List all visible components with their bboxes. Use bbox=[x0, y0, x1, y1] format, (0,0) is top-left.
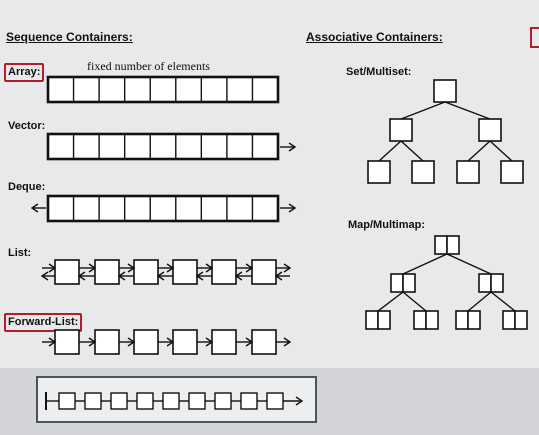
set-tree-node bbox=[500, 160, 524, 184]
set-tree-node bbox=[456, 160, 480, 184]
forward-list-node bbox=[133, 329, 159, 355]
forward-list-node bbox=[251, 329, 277, 355]
forward-list-node bbox=[211, 329, 237, 355]
set-tree-edge bbox=[400, 140, 424, 162]
map-tree-edge bbox=[446, 253, 492, 275]
set-tree-node bbox=[433, 79, 457, 103]
container-diagrams bbox=[30, 27, 539, 410]
chain-node bbox=[110, 392, 128, 410]
map-tree-node-value bbox=[377, 310, 391, 330]
set-tree-node bbox=[411, 160, 435, 184]
set-tree-edge bbox=[444, 101, 491, 120]
chain-node bbox=[136, 392, 154, 410]
chain-node bbox=[214, 392, 232, 410]
chain-node bbox=[162, 392, 180, 410]
forward-list-node bbox=[54, 329, 80, 355]
chain-node bbox=[84, 392, 102, 410]
chain-node bbox=[58, 392, 76, 410]
list-node bbox=[94, 259, 120, 285]
map-tree-node-value bbox=[467, 310, 481, 330]
set-tree-node bbox=[478, 118, 502, 142]
map-tree-node-value bbox=[514, 310, 528, 330]
chain-node bbox=[240, 392, 258, 410]
deque-cells-frame bbox=[46, 194, 280, 223]
cut-off-label-frame bbox=[530, 27, 539, 48]
set-tree-edge bbox=[400, 101, 446, 120]
map-tree-node-key bbox=[434, 235, 448, 255]
forward-list-node bbox=[172, 329, 198, 355]
set-tree-edge bbox=[467, 140, 491, 162]
map-tree-edge bbox=[402, 291, 427, 312]
set-tree-edge bbox=[378, 140, 402, 162]
list-node bbox=[54, 259, 80, 285]
map-tree-node-key bbox=[390, 273, 404, 293]
map-tree-edge bbox=[467, 291, 492, 312]
array-cells-frame bbox=[46, 75, 280, 104]
map-tree-node-value bbox=[490, 273, 504, 293]
map-tree-node-value bbox=[402, 273, 416, 293]
map-tree-edge bbox=[490, 291, 516, 312]
list-node bbox=[172, 259, 198, 285]
map-tree-node-key bbox=[365, 310, 379, 330]
map-tree-node-key bbox=[455, 310, 469, 330]
map-tree-edge bbox=[402, 253, 448, 275]
list-node bbox=[133, 259, 159, 285]
map-tree-node-value bbox=[425, 310, 439, 330]
forward-list-node bbox=[94, 329, 120, 355]
map-tree-edge bbox=[377, 291, 404, 312]
map-tree-node-key bbox=[502, 310, 516, 330]
chain-node bbox=[188, 392, 206, 410]
map-tree-node-key bbox=[413, 310, 427, 330]
vector-cells-frame bbox=[46, 132, 280, 161]
set-tree-node bbox=[389, 118, 413, 142]
map-tree-node-value bbox=[446, 235, 460, 255]
set-tree-node bbox=[367, 160, 391, 184]
list-node bbox=[211, 259, 237, 285]
map-tree-node-key bbox=[478, 273, 492, 293]
list-node bbox=[251, 259, 277, 285]
chain-node bbox=[266, 392, 284, 410]
set-tree-edge bbox=[489, 140, 513, 162]
